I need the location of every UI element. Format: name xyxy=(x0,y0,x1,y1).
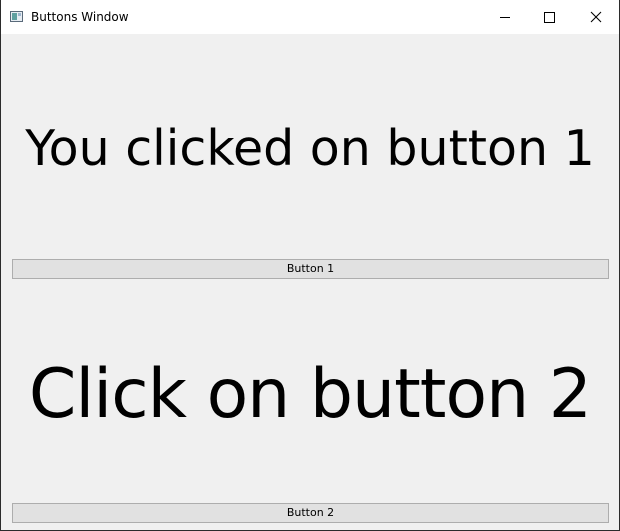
button-1[interactable]: Button 1 xyxy=(12,259,609,279)
button-2[interactable]: Button 2 xyxy=(12,503,609,523)
close-button[interactable] xyxy=(573,0,619,34)
window-title: Buttons Window xyxy=(31,10,129,24)
title-bar[interactable]: Buttons Window xyxy=(1,0,619,34)
window-content: You clicked on button 1 Button 1 Click o… xyxy=(1,34,619,530)
status-label-2: Click on button 2 xyxy=(28,355,592,434)
close-icon xyxy=(590,11,602,23)
maximize-button[interactable] xyxy=(529,0,575,34)
status-label-1: You clicked on button 1 xyxy=(25,120,595,177)
minimize-button[interactable] xyxy=(483,0,529,34)
buttons-window: Buttons Window You clicked on button 1 B… xyxy=(0,0,620,531)
maximize-icon xyxy=(544,12,555,23)
app-window-icon xyxy=(10,11,23,22)
minimize-icon xyxy=(500,17,510,18)
